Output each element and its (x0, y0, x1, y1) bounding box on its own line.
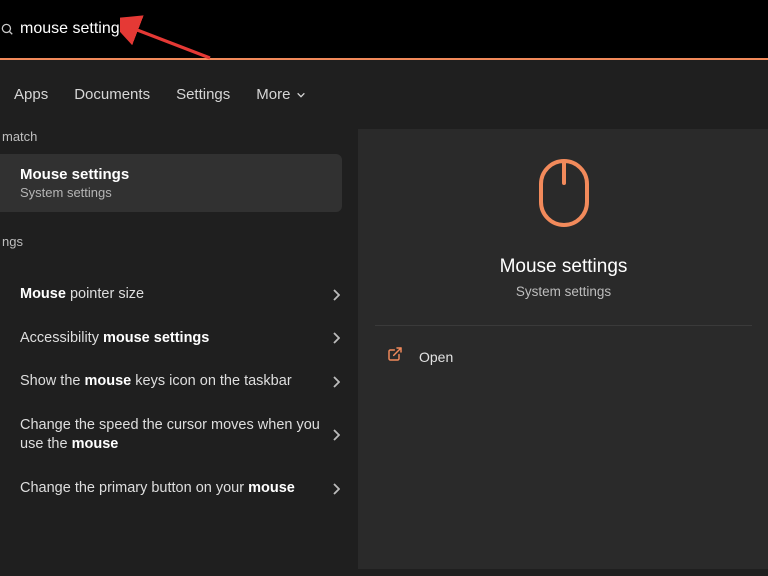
search-input[interactable] (14, 16, 134, 42)
tab-settings[interactable]: Settings (176, 86, 230, 103)
annotation-arrow (120, 14, 220, 62)
chevron-right-icon (332, 376, 340, 388)
best-match-result[interactable]: Mouse settings System settings (0, 154, 342, 212)
section-header-best-match: match (2, 123, 358, 154)
preview-subtitle: System settings (516, 284, 611, 299)
text-caret (132, 20, 133, 38)
chevron-right-icon (332, 289, 340, 301)
result-item-label: Change the primary button on your mouse (20, 479, 322, 499)
tab-documents[interactable]: Documents (74, 86, 150, 103)
result-item-label: Mouse pointer size (20, 285, 322, 305)
open-external-icon (387, 346, 403, 367)
search-icon (0, 22, 14, 36)
tab-more[interactable]: More (256, 86, 306, 103)
section-header-settings: ngs (2, 228, 358, 259)
open-label: Open (419, 349, 453, 365)
open-action[interactable]: Open (359, 326, 768, 387)
result-item-label: Change the speed the cursor moves when y… (20, 416, 322, 455)
result-item-label: Accessibility mouse settings (20, 329, 322, 349)
preview-panel: Mouse settings System settings Open (358, 129, 768, 569)
mouse-icon (537, 157, 591, 234)
chevron-right-icon (332, 429, 340, 441)
result-item-label: Show the mouse keys icon on the taskbar (20, 372, 322, 392)
settings-result-list: Mouse pointer size Accessibility mouse se… (0, 273, 358, 510)
chevron-down-icon (296, 90, 306, 100)
chevron-right-icon (332, 483, 340, 495)
tab-label: Apps (14, 86, 48, 103)
tab-label: More (256, 86, 290, 103)
best-match-subtitle: System settings (20, 185, 129, 200)
tab-apps[interactable]: Apps (14, 86, 48, 103)
filter-tabs: Apps Documents Settings More (0, 60, 768, 123)
search-bar[interactable] (0, 0, 768, 60)
settings-result-item[interactable]: Accessibility mouse settings (0, 317, 358, 361)
settings-result-item[interactable]: Change the primary button on your mouse (0, 467, 358, 511)
results-panel: match Mouse settings System settings ngs… (0, 123, 358, 569)
settings-result-item[interactable]: Change the speed the cursor moves when y… (0, 404, 358, 467)
tab-label: Documents (74, 86, 150, 103)
settings-result-item[interactable]: Mouse pointer size (0, 273, 358, 317)
tab-label: Settings (176, 86, 230, 103)
preview-title: Mouse settings (500, 256, 628, 278)
best-match-title: Mouse settings (20, 166, 129, 183)
settings-result-item[interactable]: Show the mouse keys icon on the taskbar (0, 360, 358, 404)
chevron-right-icon (332, 332, 340, 344)
